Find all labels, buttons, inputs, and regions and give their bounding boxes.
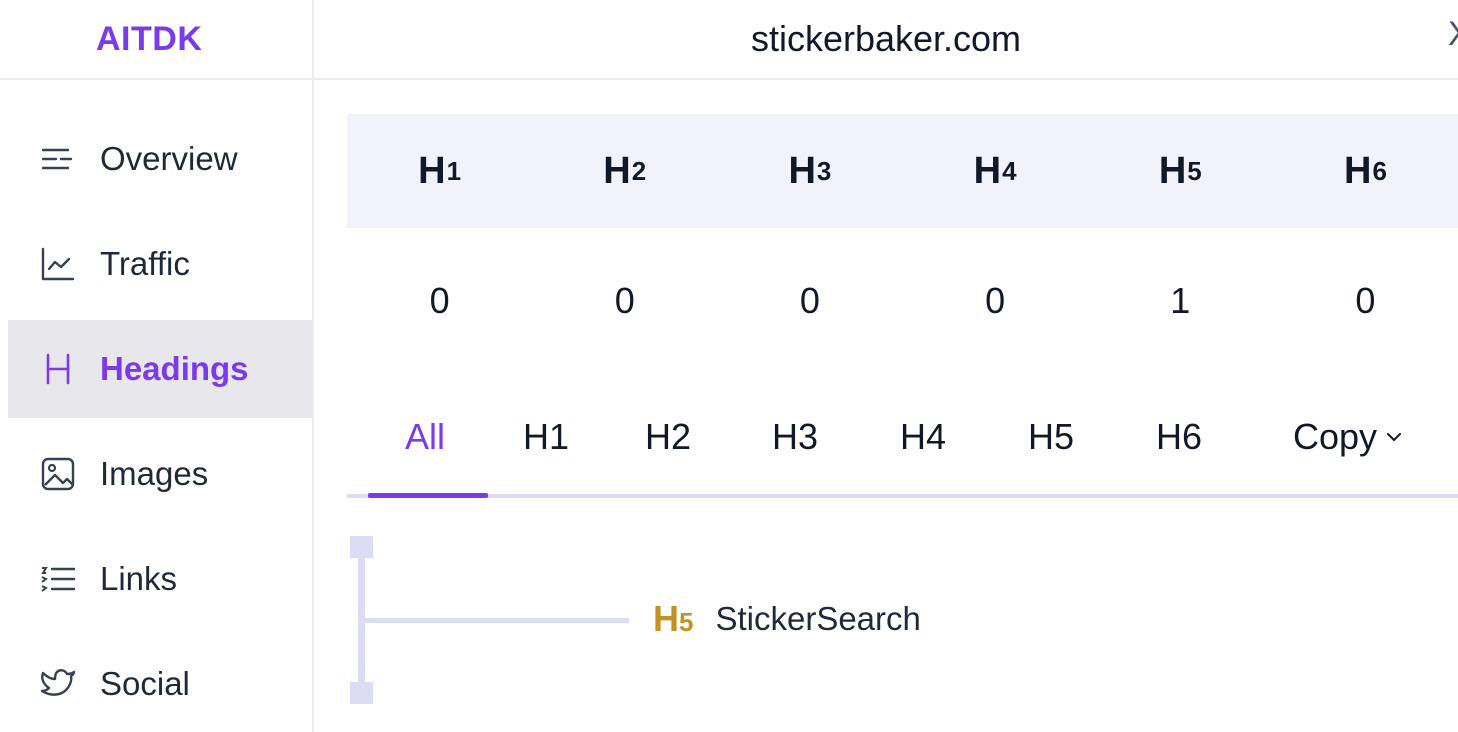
heading-count: 0 [614,280,635,321]
chevron-down-icon [1387,433,1402,441]
sidebar-item-label: Images [100,455,209,492]
heading-tree: H5 StickerSearch [347,536,1458,716]
header-bar: stickerbaker.com X [314,0,1458,80]
tree-entry[interactable]: H5 StickerSearch [653,598,921,640]
tab-h3[interactable]: H3 [772,416,818,458]
sidebar: AITDK Overview Traffic Headings Images L… [0,0,314,732]
heading-h-icon [38,349,78,389]
heading-level-label: H3 [788,149,832,192]
heading-stats-counts: 0 0 0 0 1 0 [347,228,1458,374]
tab-h5[interactable]: H5 [1028,416,1074,458]
sidebar-item-label: Overview [100,140,238,177]
heading-count: 0 [799,280,820,321]
heading-count: 0 [1355,280,1376,321]
brand-logo[interactable]: AITDK [0,0,312,80]
heading-filter-tabs: All H1 H2 H3 H4 H5 H6 Copy [347,390,1458,498]
site-domain: stickerbaker.com [750,18,1022,59]
heading-count: 0 [429,280,450,321]
sidebar-item-traffic[interactable]: Traffic [8,215,312,313]
twitter-bird-icon [38,664,78,704]
tree-node-end [350,682,373,704]
image-icon [38,454,78,494]
tree-vertical-line [358,558,365,682]
sidebar-item-links[interactable]: Links [8,530,312,628]
overview-icon [38,139,78,179]
links-list-icon [38,559,78,599]
close-icon[interactable]: X [1448,14,1458,54]
heading-stats-table: H1 H2 H3 H4 H5 H6 0 0 0 0 1 0 [347,114,1458,374]
sidebar-item-label: Headings [100,350,249,387]
heading-level-label: H1 [418,149,462,192]
tree-node-start [350,536,373,558]
sidebar-nav: Overview Traffic Headings Images Links S… [8,110,312,732]
heading-level-label: H6 [1343,149,1387,192]
tree-entry-text: StickerSearch [715,600,921,637]
copy-dropdown-button[interactable]: Copy [1293,416,1403,458]
heading-count: 0 [985,280,1006,321]
tab-h4[interactable]: H4 [900,416,946,458]
tabs-track [347,494,1458,498]
heading-stats-header: H1 H2 H3 H4 H5 H6 [347,114,1458,228]
tab-all[interactable]: All [405,416,445,458]
app-root: AITDK Overview Traffic Headings Images L… [0,0,1458,732]
traffic-chart-icon [38,244,78,284]
sidebar-item-overview[interactable]: Overview [8,110,312,208]
active-tab-indicator [368,493,488,498]
sidebar-item-social[interactable]: Social [8,635,312,732]
copy-label: Copy [1293,416,1378,457]
sidebar-item-label: Social [100,665,190,702]
tree-entry-level: H5 [653,598,694,639]
heading-level-label: H5 [1158,149,1202,192]
heading-level-label: H2 [603,149,647,192]
heading-count: 1 [1170,280,1191,321]
heading-level-label: H4 [973,149,1017,192]
tab-h2[interactable]: H2 [645,416,691,458]
sidebar-item-images[interactable]: Images [8,425,312,523]
tab-h1[interactable]: H1 [523,416,569,458]
sidebar-item-label: Links [100,560,178,597]
sidebar-item-headings[interactable]: Headings [8,320,312,418]
tree-branch-line [365,618,629,623]
sidebar-item-label: Traffic [100,245,190,282]
tab-h6[interactable]: H6 [1156,416,1202,458]
